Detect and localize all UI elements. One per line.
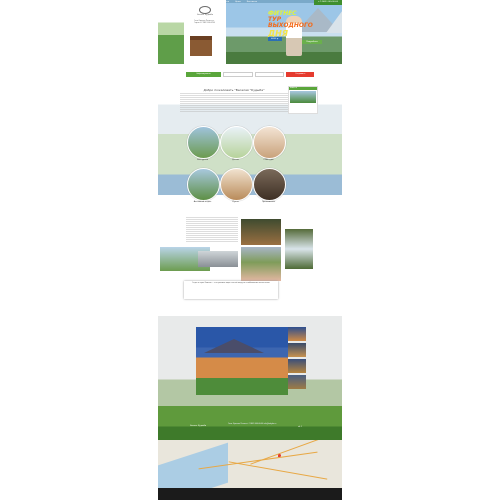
logo-text: Эколог Кудыба xyxy=(196,14,214,16)
header: Главная О нас Туры Фото Цены Контакты +7… xyxy=(158,0,342,64)
house-thumbnail[interactable] xyxy=(288,343,306,357)
feature-circle-kids[interactable] xyxy=(220,126,253,159)
welcome-title: Добро пожаловать "Веселая "Кудыба" xyxy=(203,88,265,92)
gallery-photo-waterfall[interactable] xyxy=(285,229,313,269)
house-thumbnail[interactable] xyxy=(288,327,306,341)
feature-circle-kitchen[interactable] xyxy=(220,168,253,201)
feature-label: Детям xyxy=(232,159,239,161)
nav-item-prices[interactable]: Цены xyxy=(235,1,241,3)
wooden-chalet-image xyxy=(190,36,212,56)
gallery-photo-flowers[interactable] xyxy=(241,247,281,281)
feature-label: Кухня xyxy=(232,201,239,203)
footer-social-icons[interactable]: vk f xyxy=(298,426,302,428)
news-image[interactable] xyxy=(290,91,316,103)
gallery-photo-cabin[interactable] xyxy=(241,219,281,245)
price-badge: 4000 р. xyxy=(268,37,282,41)
house-main-photo[interactable] xyxy=(196,327,288,395)
feature-label: Экскурсии xyxy=(196,159,209,161)
feature-label: СПА-туры xyxy=(263,159,274,161)
house-thumbnail[interactable] xyxy=(288,359,306,373)
map-marker-icon[interactable] xyxy=(278,454,281,457)
about-section: Отдых в горах Кавказа — это красивые вид… xyxy=(158,215,342,305)
nav-item-tours[interactable]: Туры xyxy=(212,1,217,3)
promo-more-button[interactable]: Подробнее xyxy=(302,40,322,44)
house-roof-shape xyxy=(204,339,264,353)
landing-page: Главная О нас Туры Фото Цены Контакты +7… xyxy=(158,0,342,500)
map-road xyxy=(228,461,328,480)
nav-item-contacts[interactable]: Контакты xyxy=(247,1,257,3)
gallery-photo-cars[interactable] xyxy=(198,251,238,267)
book-button[interactable]: Забронировать xyxy=(186,72,222,77)
footer-logo[interactable]: Эколог Кудыба xyxy=(190,425,206,427)
nav-item-photo[interactable]: Фото xyxy=(224,1,229,3)
logo-emblem-icon xyxy=(199,6,211,14)
footer: Эколог Кудыба Сочи, Красная Поляна +7 (8… xyxy=(158,420,342,440)
header-contacts: Сочи, Красная Поляна ул. Горная +7 (862)… xyxy=(194,21,216,24)
feature-circle-spa[interactable] xyxy=(253,126,286,159)
feature-circle-stay[interactable] xyxy=(253,168,286,201)
promo-line-2: ТУР ВЫХОДНОГО xyxy=(268,16,313,29)
welcome-section: Добро пожаловать "Веселая "Кудыба" Новос… xyxy=(158,80,342,215)
top-navigation: Главная О нас Туры Фото Цены Контакты xyxy=(186,0,314,4)
mountain-peak xyxy=(326,3,342,33)
bottom-bar xyxy=(158,488,342,500)
header-side-meadow xyxy=(158,0,184,64)
nav-item-about[interactable]: О нас xyxy=(201,1,207,3)
nav-item-home[interactable]: Главная xyxy=(186,1,195,3)
feature-label: Активный отдых xyxy=(193,201,212,203)
footer-contacts: Сочи, Красная Поляна +7 (862) 000-00-00 … xyxy=(228,424,277,425)
about-quote: Отдых в горах Кавказа — это красивые вид… xyxy=(184,281,278,299)
feature-circle-excursions[interactable] xyxy=(187,126,220,159)
booking-input[interactable] xyxy=(254,72,285,77)
news-sidebar: Новости xyxy=(288,86,318,114)
submit-button[interactable]: Отправить xyxy=(286,72,314,77)
feature-circle-active[interactable] xyxy=(187,168,220,201)
location-map[interactable] xyxy=(158,440,342,488)
feature-label: Проживание xyxy=(261,201,276,203)
booking-bar: Забронировать Отправить xyxy=(186,72,314,77)
house-thumbnail[interactable] xyxy=(288,375,306,389)
news-sidebar-title: Новости xyxy=(289,87,317,90)
welcome-text-block xyxy=(180,93,288,113)
about-text-block xyxy=(186,217,238,243)
phone-chip[interactable]: +7 (862) 000-00-00 xyxy=(314,0,342,5)
booking-input[interactable] xyxy=(223,72,253,77)
